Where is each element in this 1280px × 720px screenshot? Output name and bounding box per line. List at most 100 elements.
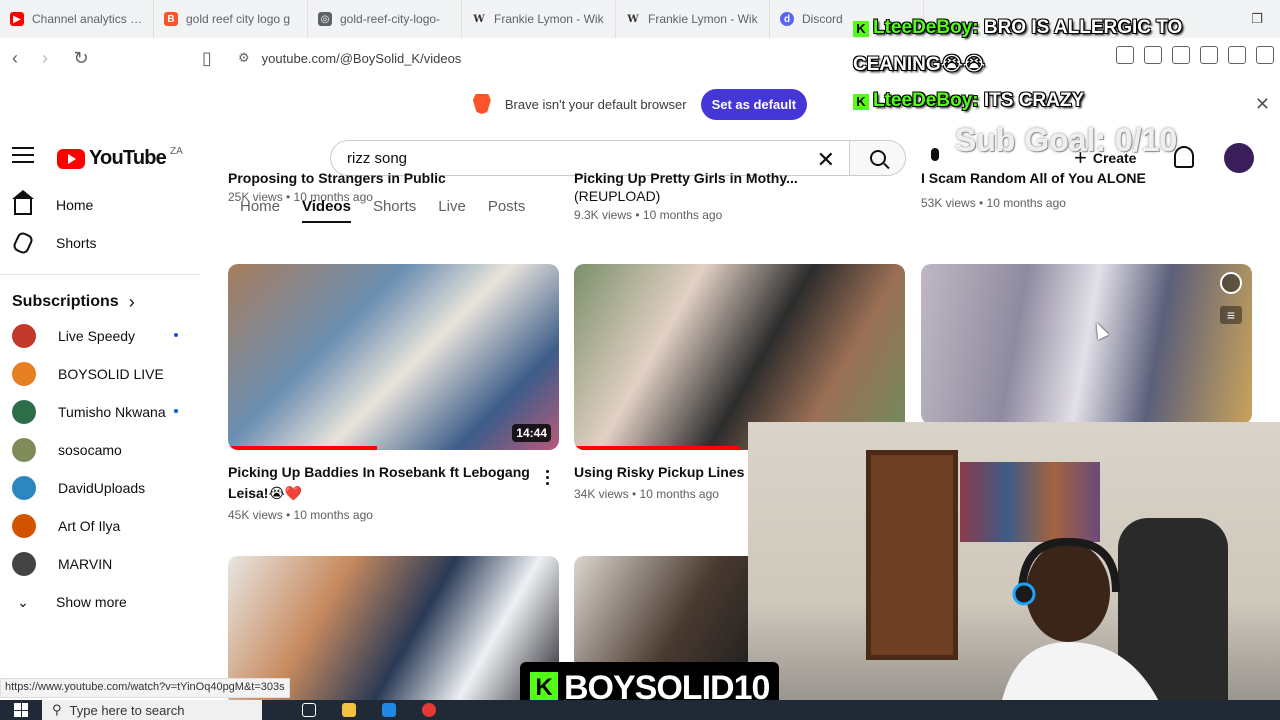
video-title[interactable]: Picking Up Baddies In Rosebank ft Leboga… xyxy=(228,462,538,504)
previous-video-row: Proposing to Strangers in Public 25K vie… xyxy=(218,170,1280,230)
forward-button[interactable]: › xyxy=(30,43,60,73)
chat-message: K LteeDeBoy: BRO IS ALLERGIC TO xyxy=(853,17,1182,39)
chevron-right-icon: › xyxy=(128,291,135,312)
browser-tab[interactable]: ◎ gold-reef-city-logo- xyxy=(308,0,462,38)
sidebar-divider xyxy=(0,274,200,275)
sidebar-channel[interactable]: sosocamo xyxy=(0,431,200,469)
browser-tab[interactable]: W Frankie Lymon - Wik xyxy=(462,0,616,38)
sidebar-channel[interactable]: MARVIN xyxy=(0,545,200,583)
new-content-dot xyxy=(174,333,178,337)
video-card[interactable]: Picking Up Pretty Girls in Mothy... (REU… xyxy=(574,170,914,222)
reload-button[interactable]: ↻ xyxy=(66,43,96,73)
site-settings-icon[interactable]: ⚙ xyxy=(238,50,250,66)
add-to-queue-icon[interactable]: ≡ xyxy=(1220,306,1242,324)
restore-icon[interactable]: ❐ xyxy=(1234,0,1280,38)
tab-videos[interactable]: Videos xyxy=(302,198,351,223)
taskbar-search[interactable]: ⚲ Type here to search xyxy=(42,700,262,720)
vpn-icon[interactable] xyxy=(1228,46,1246,64)
brave-lion-icon xyxy=(472,94,491,114)
account-avatar[interactable] xyxy=(1224,143,1254,173)
sidebar-item-shorts[interactable]: Shorts xyxy=(0,224,212,262)
sidebar-channel[interactable]: BOYSOLID LIVE xyxy=(0,355,200,393)
hamburger-menu-icon[interactable] xyxy=(12,147,34,168)
sidebar-channel[interactable]: Tumisho Nkwana xyxy=(0,393,200,431)
channel-name: DavidUploads xyxy=(58,480,146,496)
screen: ▶ Channel analytics - Y Bgold reef city l… xyxy=(0,0,1280,720)
new-content-dot xyxy=(174,409,178,413)
edge-icon[interactable] xyxy=(382,703,396,717)
channel-avatar xyxy=(12,552,36,576)
tab-label: gold-reef-city-logo- xyxy=(340,12,441,26)
video-thumbnail[interactable]: 14:44 xyxy=(228,264,559,450)
channel-name: BOYSOLID LIVE xyxy=(58,366,164,382)
banner-text: Brave isn't your default browser xyxy=(504,96,687,112)
show-more-label: Show more xyxy=(56,594,127,610)
youtube-play-icon xyxy=(57,148,85,169)
shorts-icon xyxy=(11,230,35,256)
webcam-overlay xyxy=(748,422,1280,720)
video-card[interactable]: I Scam Random All of You ALONE 53K views… xyxy=(921,170,1261,210)
close-icon[interactable]: ✕ xyxy=(1255,94,1270,115)
chat-user: LteeDeBoy: xyxy=(873,90,979,111)
video-title[interactable]: I Scam Random All of You ALONE xyxy=(921,170,1261,188)
youtube-logo[interactable]: YouTube ZA xyxy=(57,146,183,170)
webcam-door xyxy=(866,450,958,660)
chrome-icon[interactable] xyxy=(422,703,436,717)
extensions-icon[interactable] xyxy=(1116,46,1134,64)
subscriptions-header[interactable]: Subscriptions › xyxy=(0,287,212,317)
tab-label: Frankie Lymon - Wik xyxy=(494,12,604,26)
toolbar-extensions xyxy=(1116,46,1274,64)
voice-search-icon[interactable] xyxy=(928,148,942,168)
show-more-button[interactable]: ⌄ Show more xyxy=(0,583,212,621)
channel-name: Live Speedy xyxy=(58,328,136,344)
bookmark-icon[interactable]: ▯ xyxy=(192,43,222,73)
sidebar-channel[interactable]: DavidUploads xyxy=(0,469,200,507)
brave-icon: B xyxy=(164,12,178,26)
sidebar-icon[interactable] xyxy=(1144,46,1162,64)
globe-icon: ◎ xyxy=(318,12,332,26)
windows-start-icon[interactable] xyxy=(14,703,28,717)
video-title[interactable]: Picking Up Pretty Girls in Mothy... xyxy=(574,170,914,188)
video-title[interactable]: Proposing to Strangers in Public xyxy=(228,170,568,188)
back-button[interactable]: ‹ xyxy=(0,43,30,73)
subscriptions-label: Subscriptions xyxy=(12,293,119,310)
kick-badge-icon: K xyxy=(853,94,869,110)
set-as-default-button[interactable]: Set as default xyxy=(700,88,808,120)
tab-live[interactable]: Live xyxy=(438,198,466,223)
home-icon xyxy=(12,190,34,216)
address-bar[interactable]: ⚙ youtube.com/@BoySolid_K/videos xyxy=(228,43,848,73)
watch-later-icon[interactable] xyxy=(1220,272,1242,294)
webcam-posters xyxy=(960,462,1100,542)
video-meta: 34K views • 10 months ago xyxy=(574,487,719,501)
search-icon xyxy=(869,150,886,166)
menu-icon[interactable] xyxy=(1256,46,1274,64)
tab-home[interactable]: Home xyxy=(240,198,280,223)
browser-tab[interactable]: ▶ Channel analytics - Y xyxy=(0,0,154,38)
tab-posts[interactable]: Posts xyxy=(488,198,526,223)
wallet-icon[interactable] xyxy=(1172,46,1190,64)
channel-name: MARVIN xyxy=(58,556,113,572)
sidebar-channel[interactable]: Live Speedy xyxy=(0,317,200,355)
channel-name: Tumisho Nkwana xyxy=(58,404,166,420)
guide-sidebar: Home Shorts Subscriptions › Live Speedy B… xyxy=(0,186,212,686)
channel-avatar xyxy=(12,514,36,538)
chat-text: CEANING😭😭 xyxy=(853,54,986,75)
more-actions-icon[interactable] xyxy=(546,470,550,488)
sidebar-item-home[interactable]: Home xyxy=(0,186,212,224)
chevron-down-icon: ⌄ xyxy=(17,593,29,610)
tab-shorts[interactable]: Shorts xyxy=(373,198,416,223)
sidebar-channel[interactable]: Art Of Ilya xyxy=(0,507,200,545)
sub-goal: Sub Goal: 0/10 xyxy=(955,122,1178,158)
browser-tab[interactable]: Bgold reef city logo g xyxy=(154,0,308,38)
leo-icon[interactable] xyxy=(1200,46,1218,64)
task-view-icon[interactable] xyxy=(302,703,316,717)
status-link-preview: https://www.youtube.com/watch?v=tYinOq40… xyxy=(0,678,290,698)
channel-avatar xyxy=(12,324,36,348)
video-title[interactable]: Using Risky Pickup Lines xyxy=(574,462,774,483)
channel-avatar xyxy=(12,438,36,462)
video-thumbnail[interactable]: ≡ xyxy=(921,264,1252,424)
kick-badge-icon: K xyxy=(853,21,869,37)
file-explorer-icon[interactable] xyxy=(342,703,356,717)
channel-name: Art Of Ilya xyxy=(58,518,121,534)
browser-tab[interactable]: W Frankie Lymon - Wik xyxy=(616,0,770,38)
